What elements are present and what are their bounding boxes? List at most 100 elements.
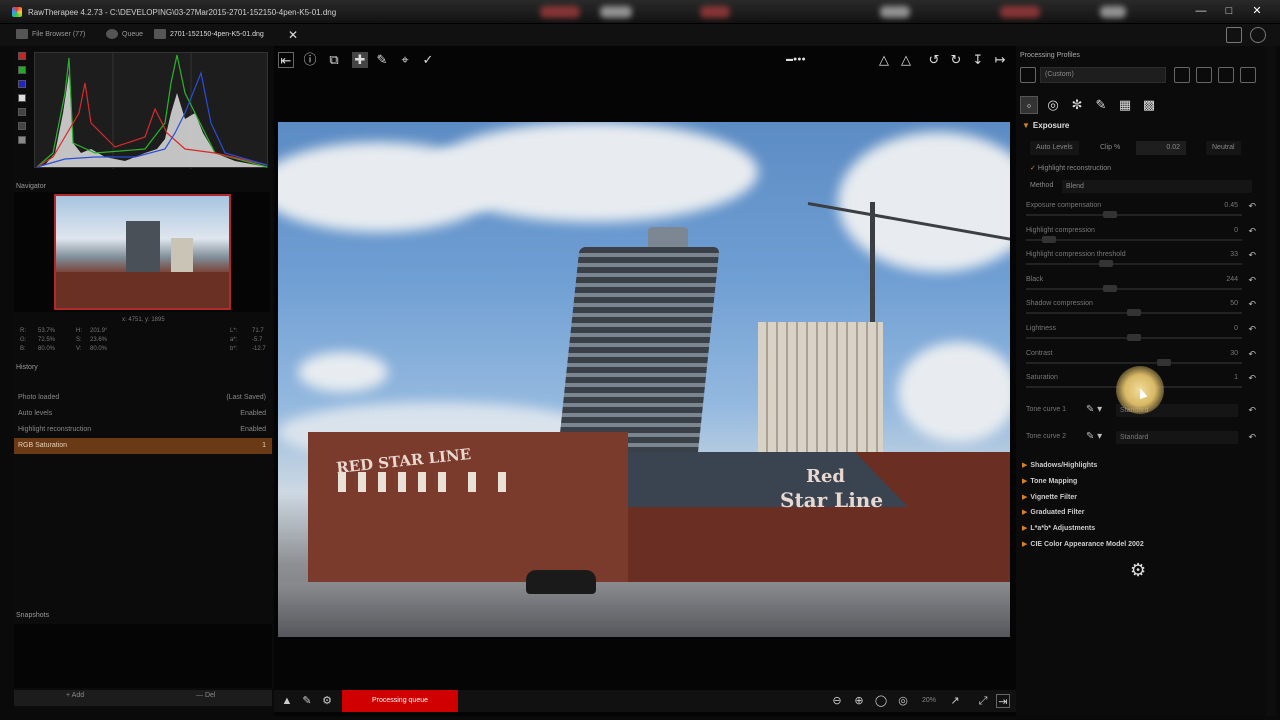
tool-section-header[interactable]: ▶ L*a*b* Adjustments	[1022, 524, 1095, 532]
red-channel-toggle[interactable]	[18, 52, 26, 60]
slider-value[interactable]: 1	[1234, 374, 1238, 381]
hide-right-panel-icon[interactable]: ⇥	[996, 694, 1010, 708]
history-item[interactable]: Highlight reconstruction Enabled	[14, 422, 272, 438]
slider-track[interactable]	[1026, 238, 1242, 241]
method-select[interactable]: Blend	[1062, 180, 1252, 193]
tool-section-header[interactable]: ▶ CIE Color Appearance Model 2002	[1022, 540, 1144, 548]
exposure-slider[interactable]: Shadow compression 50 ↶	[1024, 299, 1264, 324]
exposure-slider[interactable]: Lightness 0 ↶	[1024, 324, 1264, 349]
open-profile-icon[interactable]	[1174, 67, 1190, 83]
green-channel-toggle[interactable]	[18, 66, 26, 74]
shadow-clipping-icon[interactable]: △	[876, 52, 892, 68]
tool-section-header[interactable]: ▶ Graduated Filter	[1022, 508, 1084, 516]
slider-track[interactable]	[1026, 263, 1242, 266]
flip-vertical-icon[interactable]: ↧	[970, 52, 986, 68]
chroma-toggle[interactable]	[18, 108, 26, 116]
preview-channels-icon[interactable]: ▬●●●	[786, 52, 806, 68]
white-balance-picker-icon[interactable]: ✎	[374, 52, 390, 68]
slider-value[interactable]: 50	[1230, 300, 1238, 307]
slider-track[interactable]	[1026, 287, 1242, 290]
navigator-thumbnail[interactable]	[54, 194, 231, 310]
slider-value[interactable]: 244	[1226, 276, 1238, 283]
hand-tool-icon[interactable]: ✚	[352, 52, 368, 68]
luminance-toggle[interactable]	[18, 94, 26, 102]
crop-icon[interactable]: ⌖	[397, 52, 413, 68]
bar-toggle[interactable]	[18, 136, 26, 144]
gear-icon[interactable]: ⚙	[1130, 560, 1146, 581]
profile-select[interactable]: (Custom)	[1040, 67, 1166, 83]
history-item[interactable]: Auto levels Enabled	[14, 406, 272, 422]
preview-warning-icon[interactable]: ▲	[280, 694, 294, 708]
raw-toggle[interactable]	[18, 122, 26, 130]
clip-percent-input[interactable]: 0.02	[1136, 141, 1186, 155]
slider-value[interactable]: 0	[1234, 227, 1238, 234]
slider-value[interactable]: 0.45	[1224, 202, 1238, 209]
tab-file-browser[interactable]: File Browser (77)	[16, 28, 85, 42]
save-profile-icon[interactable]	[1196, 67, 1212, 83]
history-item[interactable]: RGB Saturation 1	[14, 438, 272, 454]
main-preview-image[interactable]: RED STAR LINE Red Star Line	[278, 122, 1010, 637]
flip-horizontal-icon[interactable]: ↦	[992, 52, 1008, 68]
before-after-icon[interactable]: ⧉	[326, 52, 342, 68]
reset-icon[interactable]: ↶	[1248, 201, 1256, 212]
tab-advanced[interactable]: ✎	[1092, 96, 1110, 114]
highlight-clipping-icon[interactable]: △	[898, 52, 914, 68]
fullscreen-toggle-icon[interactable]: ⤢	[976, 694, 990, 708]
reset-icon[interactable]: ↶	[1248, 324, 1256, 335]
edit-icon[interactable]: ✎	[300, 694, 314, 708]
slider-knob[interactable]	[1127, 309, 1141, 317]
tab-editor[interactable]: 2701-152150-4pen-K5-01.dng	[154, 28, 264, 42]
history-item[interactable]: Photo loaded (Last Saved)	[14, 390, 272, 406]
tab-close-icon[interactable]: ✕	[288, 28, 298, 42]
rotate-left-icon[interactable]: ↺	[926, 52, 942, 68]
crop-preview-icon[interactable]: ⚙	[320, 694, 334, 708]
slider-track[interactable]	[1026, 214, 1242, 216]
highlight-reconstruction-checkbox[interactable]: ✓ Highlight reconstruction	[1030, 164, 1111, 172]
zoom-out-icon[interactable]: ⊖	[830, 694, 844, 708]
slider-knob[interactable]	[1102, 284, 1117, 292]
curve-edit-icon[interactable]: ✎ ▾	[1086, 404, 1102, 415]
reset-icon[interactable]: ↶	[1248, 432, 1256, 443]
tone-curve-row[interactable]: Tone curve 2 ✎ ▾ Standard ↶	[1024, 430, 1264, 448]
tab-queue[interactable]: Queue	[106, 28, 143, 42]
exposure-section-header[interactable]: ▼ Exposure	[1022, 121, 1069, 130]
reset-icon[interactable]: ↶	[1248, 373, 1256, 384]
exposure-slider[interactable]: Black 244 ↶	[1024, 275, 1264, 300]
fullscreen-icon[interactable]	[1226, 27, 1242, 43]
reset-icon[interactable]: ↶	[1248, 250, 1256, 261]
reset-icon[interactable]: ↶	[1248, 405, 1256, 416]
close-icon[interactable]: ✕	[1248, 4, 1266, 18]
maximize-icon[interactable]: □	[1220, 4, 1238, 18]
paste-profile-icon[interactable]	[1240, 67, 1256, 83]
info-icon[interactable]: ⓘ	[302, 52, 318, 68]
reset-icon[interactable]: ↶	[1248, 275, 1256, 286]
hide-left-panel-icon[interactable]: ⇤	[278, 52, 294, 68]
slider-track[interactable]	[1026, 361, 1242, 364]
tool-section-header[interactable]: ▶ Tone Mapping	[1022, 477, 1077, 485]
tool-section-header[interactable]: ▶ Vignette Filter	[1022, 493, 1077, 501]
blue-channel-toggle[interactable]	[18, 80, 26, 88]
copy-profile-icon[interactable]	[1218, 67, 1234, 83]
curve-type-select[interactable]: Standard	[1116, 431, 1238, 444]
zoom-100-icon[interactable]: ◎	[896, 694, 910, 708]
add-snapshot-button[interactable]: + Add	[66, 692, 84, 699]
zoom-in-icon[interactable]: ⊕	[852, 694, 866, 708]
zoom-fit-icon[interactable]: ◯	[874, 694, 888, 708]
delete-snapshot-button[interactable]: — Del	[196, 692, 215, 699]
exposure-slider[interactable]: Exposure compensation 0.45 ↶	[1024, 201, 1264, 226]
slider-knob[interactable]	[1127, 334, 1141, 341]
curve-edit-icon[interactable]: ✎ ▾	[1086, 431, 1102, 442]
processing-queue-button[interactable]: Processing queue	[342, 690, 458, 712]
slider-knob[interactable]	[1157, 358, 1172, 366]
straighten-icon[interactable]: ✓	[420, 52, 436, 68]
tab-raw[interactable]: ▩	[1140, 96, 1158, 114]
exposure-slider[interactable]: Highlight compression threshold 33 ↶	[1024, 250, 1264, 275]
tool-section-header[interactable]: ▶ Shadows/Highlights	[1022, 461, 1097, 469]
tab-exposure[interactable]: ◦	[1020, 96, 1038, 114]
profile-list-icon[interactable]	[1020, 67, 1036, 83]
rotate-right-icon[interactable]: ↻	[948, 52, 964, 68]
slider-value[interactable]: 33	[1230, 251, 1238, 258]
neutral-button[interactable]: Neutral	[1206, 141, 1241, 155]
reset-icon[interactable]: ↶	[1248, 349, 1256, 360]
slider-value[interactable]: 30	[1230, 350, 1238, 357]
